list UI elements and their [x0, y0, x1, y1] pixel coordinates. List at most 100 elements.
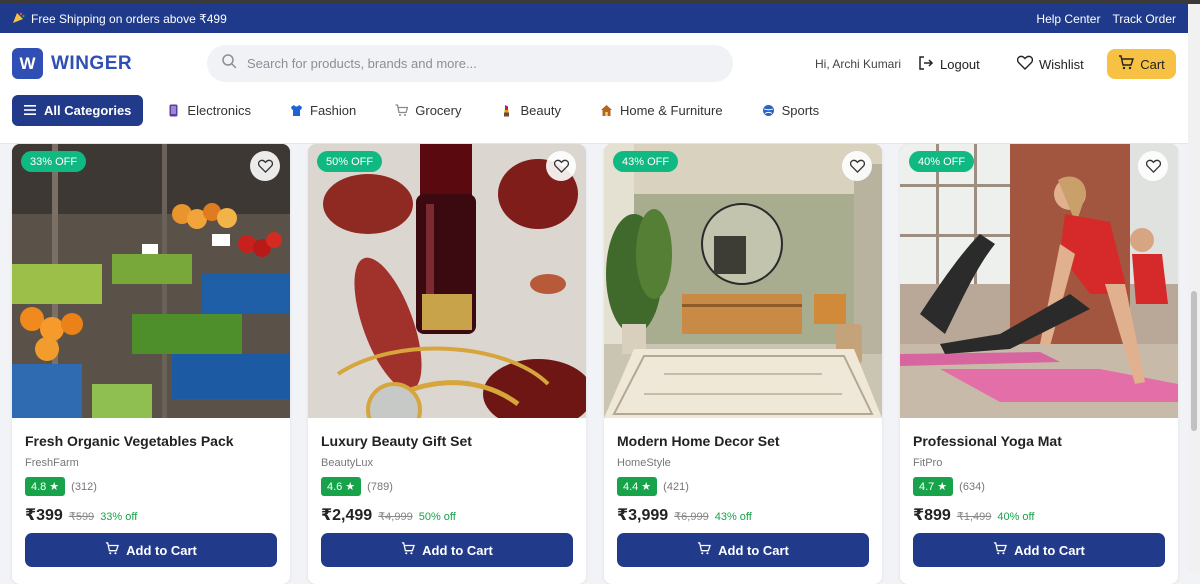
product-title[interactable]: Fresh Organic Vegetables Pack: [25, 433, 234, 449]
product-image[interactable]: 43% OFF: [604, 144, 882, 418]
product-brand: FitPro: [913, 457, 943, 469]
house-icon: [600, 104, 613, 117]
add-to-cart-label: Add to Cart: [422, 542, 493, 558]
logout-icon: [918, 55, 934, 74]
original-price: ₹6,999: [674, 511, 709, 523]
price: ₹399: [25, 507, 63, 524]
ball-icon: [762, 104, 775, 117]
product-card[interactable]: 40% OFF Professional Yoga Mat FitPro 4.7…: [900, 144, 1178, 584]
add-to-cart-label: Add to Cart: [126, 542, 197, 558]
track-order-link[interactable]: Track Order: [1112, 12, 1176, 26]
original-price: ₹1,499: [956, 511, 992, 523]
review-count: (312): [71, 480, 97, 493]
product-image[interactable]: 33% OFF: [12, 144, 290, 418]
price-row: ₹899 ₹1,499 40% off: [913, 505, 1034, 525]
nav-item-label: Home & Furniture: [619, 103, 723, 118]
cart-icon: [105, 542, 120, 558]
cart-icon: [401, 542, 416, 558]
price-row: ₹3,999 ₹6,999 43% off: [617, 505, 752, 525]
nav-item-label: Grocery: [415, 103, 462, 118]
help-center-link[interactable]: Help Center: [1036, 12, 1100, 26]
nav-item-grocery[interactable]: Grocery: [395, 103, 461, 118]
all-categories-label: All Categories: [44, 103, 132, 118]
star-icon: ★: [937, 481, 948, 493]
wishlist-label: Wishlist: [1039, 56, 1084, 72]
rating-badge: 4.7 ★: [913, 477, 954, 496]
star-icon: ★: [49, 481, 60, 493]
discount-text: 43% off: [714, 511, 752, 523]
product-title[interactable]: Professional Yoga Mat: [913, 433, 1062, 449]
original-price: ₹4,999: [378, 511, 413, 523]
grocery-cart-icon: [395, 104, 409, 117]
promo-message: Free Shipping on orders above ₹499: [12, 11, 227, 27]
wishlist-heart-icon[interactable]: [842, 151, 872, 181]
rating-row: 4.7 ★ (634): [913, 477, 985, 496]
star-icon: ★: [641, 481, 652, 493]
logout-label: Logout: [940, 57, 980, 72]
menu-icon: [24, 103, 36, 118]
review-count: (421): [663, 480, 689, 493]
category-nav: All Categories Electronics Fashion Groce…: [12, 95, 858, 126]
wishlist-heart-icon[interactable]: [1138, 151, 1168, 181]
scrollbar-thumb[interactable]: [1191, 291, 1197, 431]
discount-text: 40% off: [997, 511, 1035, 523]
wishlist-heart-icon[interactable]: [546, 151, 576, 181]
add-to-cart-label: Add to Cart: [718, 542, 789, 558]
logo-text: WINGER: [51, 52, 133, 74]
nav-item-home-furniture[interactable]: Home & Furniture: [600, 103, 723, 118]
add-to-cart-button[interactable]: Add to Cart: [617, 533, 869, 567]
product-title[interactable]: Luxury Beauty Gift Set: [321, 433, 472, 449]
product-title[interactable]: Modern Home Decor Set: [617, 433, 780, 449]
rating-badge: 4.4 ★: [617, 477, 658, 496]
discount-text: 50% off: [418, 511, 456, 523]
nav-item-sports[interactable]: Sports: [762, 103, 819, 118]
discount-badge: 43% OFF: [613, 151, 679, 172]
nav-item-beauty[interactable]: Beauty: [500, 103, 561, 118]
phone-icon: [167, 104, 180, 117]
search-bar[interactable]: [207, 45, 733, 82]
lipstick-icon: [500, 104, 513, 117]
nav-item-fashion[interactable]: Fashion: [290, 103, 356, 118]
cart-button[interactable]: Cart: [1107, 49, 1176, 79]
add-to-cart-button[interactable]: Add to Cart: [321, 533, 573, 567]
discount-badge: 50% OFF: [317, 151, 383, 172]
promo-bar: Free Shipping on orders above ₹499 Help …: [0, 4, 1188, 33]
nav-item-label: Electronics: [187, 103, 251, 118]
review-count: (634): [959, 480, 985, 493]
nav-item-label: Fashion: [310, 103, 357, 118]
product-brand: BeautyLux: [321, 457, 373, 469]
rating-badge: 4.8 ★: [25, 477, 66, 496]
all-categories-button[interactable]: All Categories: [12, 95, 144, 126]
product-card[interactable]: 43% OFF Modern Home Decor Set HomeStyle …: [604, 144, 882, 584]
price: ₹899: [913, 507, 951, 524]
add-to-cart-button[interactable]: Add to Cart: [913, 533, 1165, 567]
discount-text: 33% off: [100, 511, 138, 523]
rating-row: 4.8 ★ (312): [25, 477, 97, 496]
party-icon: [12, 11, 25, 27]
product-card[interactable]: 33% OFF Fresh Organic Vegetables Pack Fr…: [12, 144, 290, 584]
search-icon: [221, 53, 237, 74]
rating-badge: 4.6 ★: [321, 477, 362, 496]
wishlist-heart-icon[interactable]: [250, 151, 280, 181]
add-to-cart-label: Add to Cart: [1014, 542, 1085, 558]
discount-badge: 33% OFF: [21, 151, 87, 172]
search-input[interactable]: [247, 56, 707, 71]
logo[interactable]: W WINGER: [12, 48, 132, 79]
product-brand: HomeStyle: [617, 457, 671, 469]
product-image[interactable]: 50% OFF: [308, 144, 586, 418]
product-image[interactable]: 40% OFF: [900, 144, 1178, 418]
page-scrollbar[interactable]: [1188, 4, 1200, 572]
site-header: W WINGER Hi, Archi Kumari Logout Wishlis…: [0, 33, 1188, 144]
logo-mark: W: [12, 48, 43, 79]
product-card[interactable]: 50% OFF Luxury Beauty Gift Set BeautyLux…: [308, 144, 586, 584]
price-row: ₹2,499 ₹4,999 50% off: [321, 505, 456, 525]
logout-button[interactable]: Logout: [918, 55, 980, 74]
review-count: (789): [367, 480, 393, 493]
price: ₹2,499: [321, 507, 373, 524]
price-row: ₹399 ₹599 33% off: [25, 505, 137, 525]
nav-item-electronics[interactable]: Electronics: [167, 103, 251, 118]
star-icon: ★: [345, 481, 356, 493]
add-to-cart-button[interactable]: Add to Cart: [25, 533, 277, 567]
wishlist-button[interactable]: Wishlist: [1016, 55, 1084, 73]
user-greeting: Hi, Archi Kumari: [815, 57, 902, 71]
